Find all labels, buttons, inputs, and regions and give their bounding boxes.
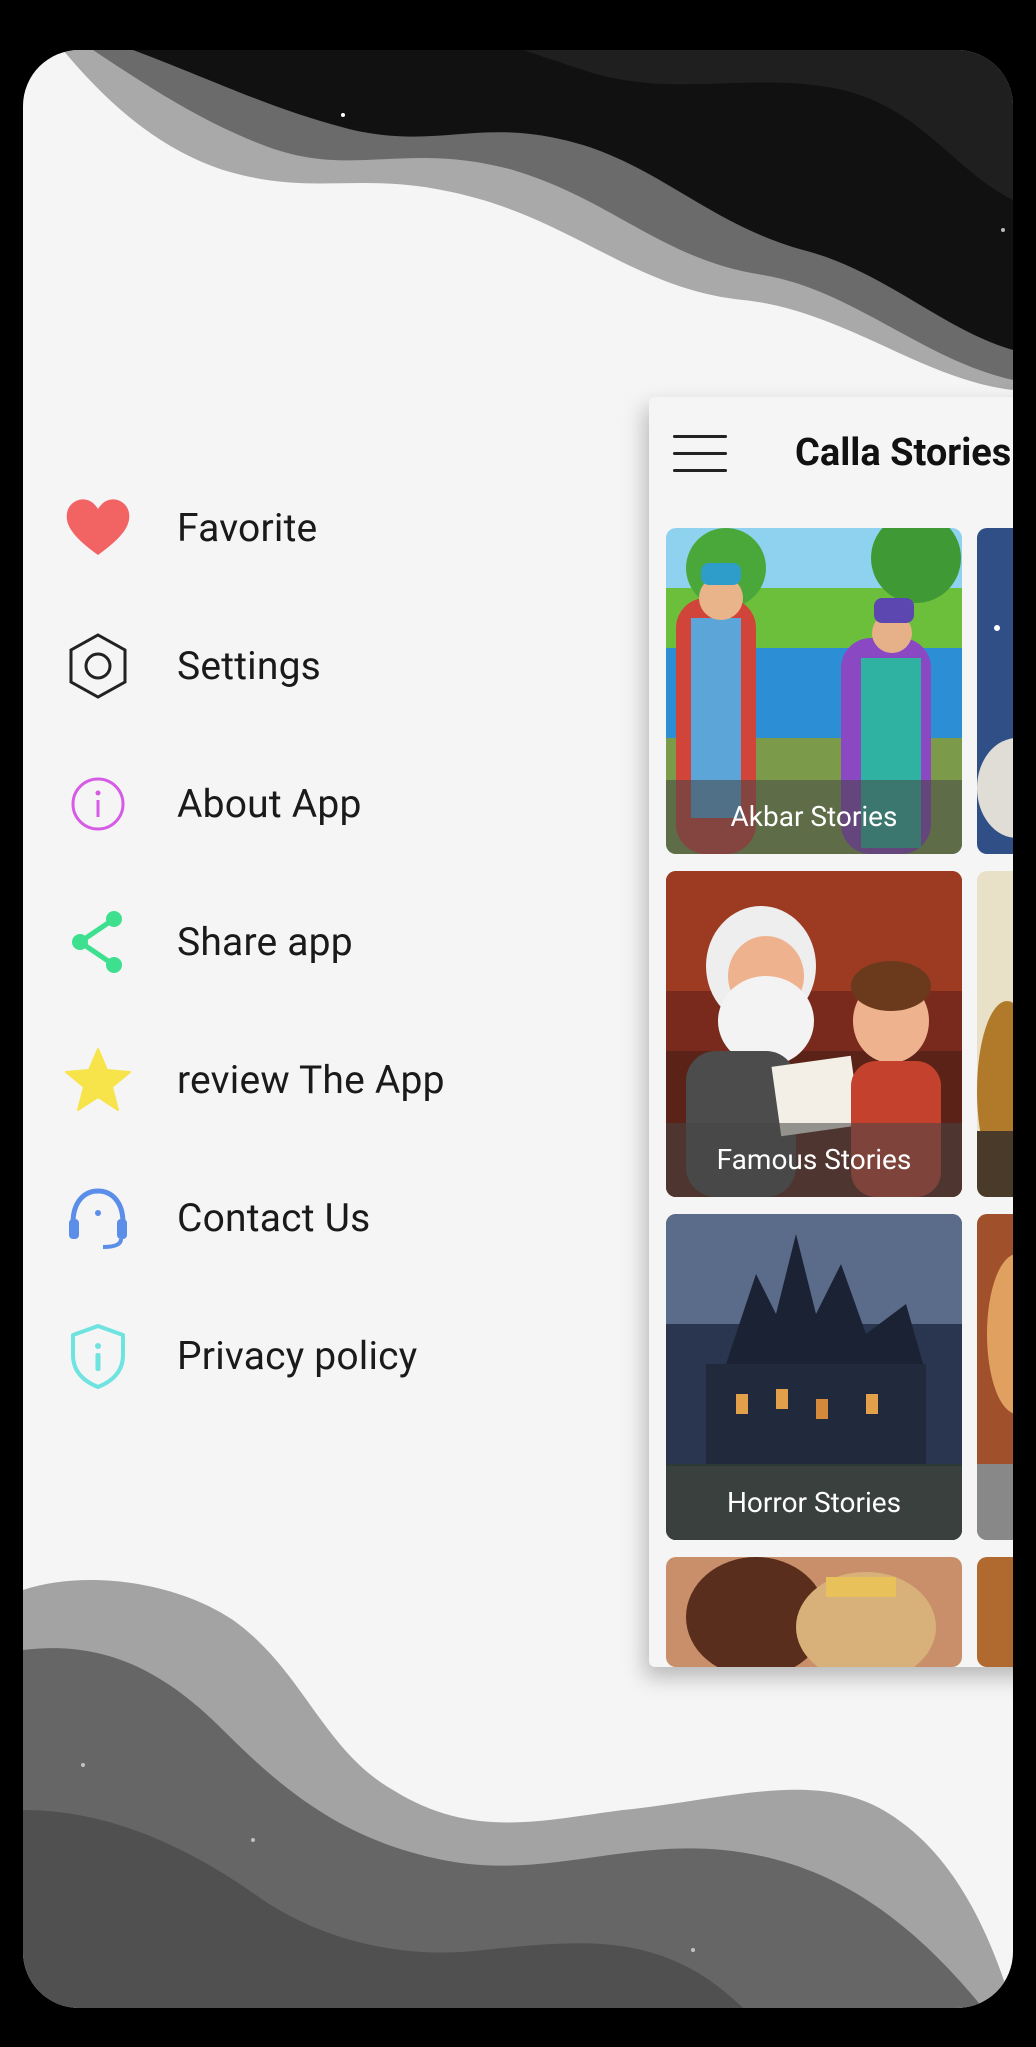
phone-screen: Favorite Settings About App Share app re [23,50,1013,2008]
star-icon [63,1045,133,1115]
menu-item-label: About App [177,781,362,827]
menu-item-contact-us[interactable]: Contact Us [63,1163,583,1273]
app-title: Calla Stories [795,431,1012,475]
shield-info-icon [63,1321,133,1391]
card-label: Famous Stories [666,1123,962,1197]
category-card-partial-2[interactable] [977,871,1013,1197]
card-label: Akbar Stories [666,780,962,854]
info-icon [63,769,133,839]
menu-item-favorite[interactable]: Favorite [63,473,583,583]
category-card-partial-4[interactable] [977,1557,1013,1667]
category-card-akbar[interactable]: Akbar Stories [666,528,962,854]
category-card-romance[interactable] [666,1557,962,1667]
main-screen-preview[interactable]: Calla Stories Akbar Stories Famous Stori… [649,397,1013,1667]
navigation-drawer: Favorite Settings About App Share app re [23,50,623,2008]
category-card-horror[interactable]: Horror Stories [666,1214,962,1540]
romance-illustration-image [666,1557,962,1667]
card-image [977,1557,1013,1667]
menu-item-label: Favorite [177,505,318,551]
menu-item-about-app[interactable]: About App [63,749,583,859]
card-image [977,528,1013,854]
menu-item-share-app[interactable]: Share app [63,887,583,997]
category-card-famous[interactable]: Famous Stories [666,871,962,1197]
menu-item-settings[interactable]: Settings [63,611,583,721]
card-image [977,871,1013,1197]
heart-icon [63,493,133,563]
settings-hexagon-icon [63,631,133,701]
menu-item-privacy-policy[interactable]: Privacy policy [63,1301,583,1411]
menu-item-label: review The App [177,1057,445,1103]
card-image [977,1214,1013,1540]
menu-item-label: Contact Us [177,1195,371,1241]
menu-item-label: Settings [177,643,322,689]
category-card-partial-1[interactable] [977,528,1013,854]
menu-hamburger-icon[interactable] [673,435,727,475]
share-icon [63,907,133,977]
headset-icon [63,1183,133,1253]
category-card-partial-3[interactable] [977,1214,1013,1540]
card-label: Horror Stories [666,1466,962,1540]
menu-item-label: Privacy policy [177,1333,418,1379]
menu-item-label: Share app [177,919,353,965]
menu-item-review-app[interactable]: review The App [63,1025,583,1135]
